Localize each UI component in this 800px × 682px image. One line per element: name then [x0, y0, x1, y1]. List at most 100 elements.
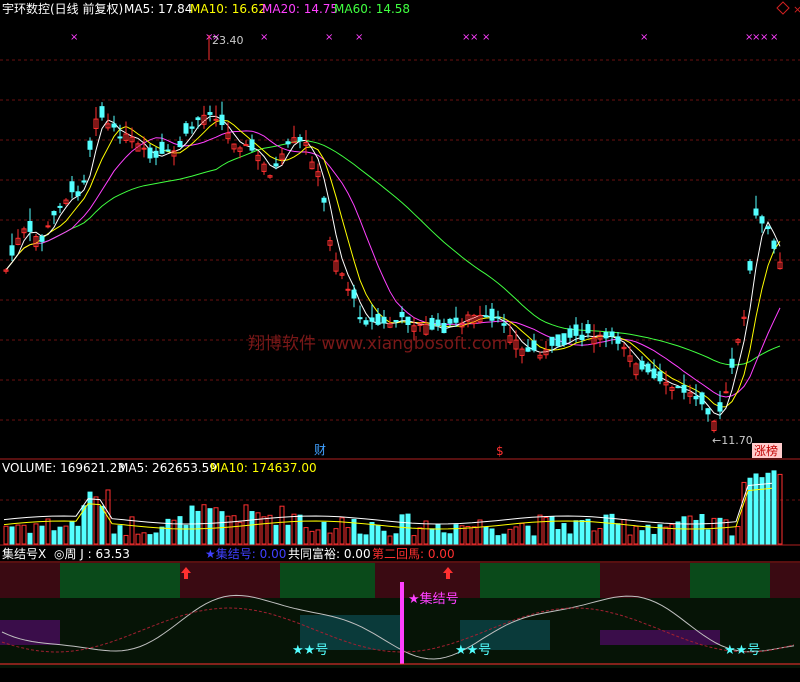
- candle-body: [189, 126, 195, 129]
- volume-bar: [57, 526, 63, 545]
- candle-body: [159, 141, 165, 154]
- candle-body: [723, 391, 729, 394]
- candle-body: [525, 347, 531, 352]
- candle-body: [483, 315, 489, 318]
- dierhuifeng-label: 第二回馬: 0.00: [372, 547, 455, 561]
- candle-body: [645, 363, 651, 373]
- volume-bar: [561, 523, 567, 545]
- candle-body: [705, 408, 711, 415]
- volume-bar: [495, 535, 501, 545]
- candle-body: [603, 331, 609, 339]
- candle-body: [381, 316, 387, 324]
- candle-body: [351, 289, 357, 299]
- chart-title: 宇环数控(日线 前复权): [2, 1, 123, 16]
- candle-body: [273, 163, 279, 167]
- volume-bar: [87, 491, 93, 545]
- week-j-label: ◎周 J : 63.53: [54, 547, 130, 561]
- candle-body: [399, 311, 405, 318]
- volume-bar: [153, 532, 159, 545]
- volume-bar: [297, 514, 303, 545]
- gongtong-label: 共同富裕: 0.00: [288, 546, 371, 561]
- volume-bar: [729, 535, 735, 545]
- volume-bar: [717, 517, 723, 545]
- low-price-label: ←11.70: [712, 434, 753, 447]
- volume-bar: [555, 529, 561, 545]
- volume-bar: [573, 520, 579, 545]
- volume-bar: [531, 535, 537, 545]
- signal-x-marker: ×: [355, 32, 363, 43]
- volume-bar: [603, 514, 609, 545]
- volume-bar: [447, 533, 453, 545]
- candle-body: [249, 139, 255, 151]
- stars-annotation-2: ★★号: [455, 643, 491, 658]
- stock-chart[interactable]: 宇环数控(日线 前复权) MA5: 17.84 MA10: 16.62 MA20…: [0, 0, 800, 682]
- candle-body: [531, 340, 537, 351]
- signal-x-marker: ×: [760, 32, 768, 43]
- volume-bar: [195, 510, 201, 545]
- ma10-legend: MA10: 16.62: [190, 2, 266, 16]
- volume-bar: [759, 477, 765, 545]
- volume-bar: [399, 514, 405, 545]
- candle-body: [39, 236, 45, 242]
- dollar-marker[interactable]: $: [496, 444, 504, 458]
- volume-bar: [429, 528, 435, 545]
- candle-body: [183, 123, 189, 134]
- candle-body: [489, 308, 495, 321]
- volume-bar: [681, 516, 687, 545]
- candle-body: [321, 197, 327, 203]
- candle-body: [717, 402, 723, 412]
- volume-bar: [567, 533, 573, 545]
- close-icon[interactable]: ×: [793, 3, 800, 16]
- candle-body: [495, 316, 501, 319]
- candle-body: [579, 334, 585, 341]
- candle-body: [87, 140, 93, 150]
- volume-bar: [357, 533, 363, 545]
- volume-bar: [363, 534, 369, 545]
- volume-ma5-label: MA5: 262653.59: [118, 461, 217, 475]
- candle-body: [447, 318, 453, 324]
- volume-bar: [69, 521, 75, 545]
- ma20-legend: MA20: 14.75: [262, 2, 338, 16]
- volume-bar: [375, 524, 381, 545]
- volume-bar: [483, 526, 489, 545]
- candle-body: [753, 208, 759, 216]
- candle-body: [747, 261, 753, 271]
- candle-body: [363, 320, 369, 325]
- candle-body: [771, 240, 777, 249]
- candle-body: [285, 141, 291, 145]
- candle-body: [111, 123, 117, 128]
- zhangting-badge[interactable]: 涨榜: [754, 443, 778, 458]
- volume-bar: [639, 530, 645, 545]
- volume-bar: [285, 524, 291, 545]
- candle-body: [405, 316, 411, 325]
- volume-bar: [147, 534, 153, 545]
- indicator-name[interactable]: 集结号X: [2, 546, 46, 561]
- volume-bar: [435, 523, 441, 545]
- candle-body: [99, 106, 105, 118]
- jijie-label: ★集结号: 0.00: [205, 546, 286, 561]
- high-price-label: 23.40: [212, 34, 244, 47]
- volume-bar: [645, 524, 651, 545]
- cai-marker[interactable]: 财: [314, 443, 326, 457]
- candle-body: [57, 205, 63, 208]
- volume-bar: [579, 520, 585, 545]
- candle-body: [141, 147, 147, 150]
- volume-bar: [39, 525, 45, 545]
- candle-body: [393, 319, 399, 322]
- volume-bar: [501, 533, 507, 545]
- candle-body: [207, 112, 213, 115]
- candle-body: [219, 114, 225, 126]
- signal-x-marker: ×: [70, 32, 78, 43]
- volume-bar: [369, 521, 375, 545]
- candle-body: [9, 245, 15, 256]
- signal-x-marker: ×: [770, 32, 778, 43]
- volume-bar: [51, 530, 57, 545]
- candle-body: [453, 317, 459, 323]
- volume-bar: [705, 529, 711, 545]
- volume-bar: [405, 513, 411, 545]
- jijie-signal-bar: [400, 582, 404, 664]
- volume-bar: [525, 525, 531, 545]
- volume-ma10-label: MA10: 174637.00: [210, 461, 317, 475]
- signal-x-marker: ×: [260, 32, 268, 43]
- candle-body: [651, 368, 657, 379]
